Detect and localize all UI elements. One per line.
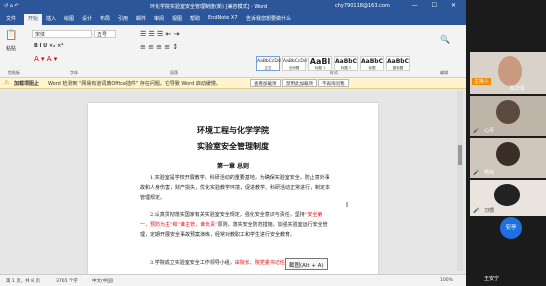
view-addins-button[interactable]: 查看加载项 (250, 79, 281, 87)
tab-draw[interactable]: 绘图 (64, 15, 74, 22)
styles-group-label: 样式 (330, 70, 338, 75)
participant-name: 王安宁 (484, 276, 500, 282)
font-name-select[interactable]: 宋体 (32, 30, 92, 38)
paragraph-group-label: 段落 (170, 70, 178, 75)
participant-tile-4[interactable]: 🎤 习惯 (470, 180, 546, 216)
tab-help[interactable]: 帮助 (190, 15, 200, 22)
participant-tile-3[interactable]: 🎤 杨帅 (470, 138, 546, 178)
scroll-thumb[interactable] (458, 145, 462, 165)
document-area[interactable]: 环境工程与化学学院 实验室安全管理制度 第一章 总则 1.实验室是学校开展教学、… (0, 89, 466, 274)
tab-mailings[interactable]: 邮件 (136, 15, 146, 22)
self-avatar[interactable]: 安亭 (500, 217, 522, 239)
word-window: ↺ ⌂ ↶ 环化学院实验室安全管理制度(新) [兼容模式] - Word chy… (0, 0, 466, 286)
screenshot-tooltip: 截图(Alt + A) (285, 258, 328, 270)
participant-video (496, 100, 520, 124)
doc-title-line-1: 环境工程与化学学院 (197, 125, 269, 135)
window-controls[interactable]: — ☐ ✕ (412, 2, 462, 9)
paragraph-2: 2.认真贯彻落实国家有关实验室安全规定，强化安全意识与责任，坚持“安全第一，预防… (140, 212, 328, 238)
account-name[interactable]: chy790118@163.com (335, 3, 390, 9)
format-buttons[interactable]: B I U ×₂ ×² (34, 43, 63, 49)
word-count[interactable]: 3765 个字 (56, 278, 78, 284)
paste-button[interactable]: 粘贴 (6, 45, 16, 52)
addin-warning-bar: ⚠ 加载项阻止 Word 检测到 "网易有道词典Office插件" 存在问题。它… (0, 78, 466, 89)
mic-icon: 🎤 (473, 128, 480, 134)
tab-view[interactable]: 视图 (172, 15, 182, 22)
participant-video (496, 142, 520, 166)
participant-video (494, 184, 520, 206)
participant-name: 杨帅 (484, 170, 495, 176)
tell-me-box[interactable]: 告诉我您想要做什么 (246, 15, 291, 22)
find-icon[interactable]: 🔍 (440, 35, 450, 44)
host-badge: 主持人 (472, 78, 492, 85)
editing-group-label: 编辑 (440, 70, 448, 75)
status-bar: 第 1 页，共 8 页 3765 个字 中文(中国) 100% (0, 274, 466, 286)
document-page[interactable]: 环境工程与化学学院 实验室安全管理制度 第一章 总则 1.实验室是学校开展教学、… (88, 103, 378, 274)
ribbon-tabs: 文件 开始 插入 绘图 设计 布局 引用 邮件 审阅 视图 帮助 EndNote… (0, 13, 466, 25)
zoom-level[interactable]: 100% (440, 278, 453, 283)
language-status[interactable]: 中文(中国) (92, 278, 114, 284)
tab-insert[interactable]: 插入 (46, 15, 56, 22)
vertical-scrollbar[interactable] (457, 91, 463, 271)
doc-title-line-2: 实验室安全管理制度 (197, 141, 269, 151)
font-size-select[interactable]: 五号 (94, 30, 116, 38)
participant-name: 心月 (484, 128, 495, 134)
style-no-spacing[interactable]: AaBbCcDd 无间隔 (282, 56, 307, 71)
style-heading-2[interactable]: AaBbC 标题 2 (334, 56, 358, 71)
tab-references[interactable]: 引用 (118, 15, 128, 22)
style-heading-1[interactable]: AaBl 标题 1 (308, 56, 332, 71)
align-icons[interactable]: ≡ ≡ ≡ ≡ ↕ (140, 43, 178, 51)
tab-design[interactable]: 设计 (82, 15, 92, 22)
tab-endnote[interactable]: EndNote X7 (208, 15, 238, 21)
participant-tile-2[interactable]: 🎤 心月 (470, 96, 546, 136)
style-normal[interactable]: AaBbCcDd 正文 (256, 56, 281, 71)
tab-file[interactable]: 文件 (6, 15, 16, 22)
participant-name: 陈华军 (510, 86, 526, 92)
warning-icon: ⚠ (4, 79, 10, 86)
document-title: 环化学院实验室安全管理制度(新) [兼容模式] - Word (150, 4, 268, 10)
video-participants-panel: 主持人 陈华军 🎤 心月 🎤 杨帅 🎤 习惯 王安宁 安亭 (466, 0, 546, 286)
participant-name: 习惯 (484, 208, 495, 214)
chapter-heading: 第一章 总则 (216, 163, 250, 170)
paste-icon[interactable]: 📋 (5, 30, 17, 41)
tab-layout[interactable]: 布局 (100, 15, 110, 22)
ribbon: 📋 粘贴 剪贴板 宋体 五号 B I U ×₂ ×² A ▾ A ▾ 字体 ☰ … (0, 25, 466, 78)
page-count[interactable]: 第 1 页，共 8 页 (6, 278, 40, 284)
participant-tile-host[interactable]: 主持人 陈华军 (470, 52, 546, 94)
quick-access-toolbar[interactable]: ↺ ⌂ ↶ (4, 3, 19, 9)
warning-label: 加载项阻止 (14, 81, 40, 87)
style-title[interactable]: AaBbC 标题 (360, 56, 384, 71)
font-color-icon[interactable]: A ▾ A ▾ (34, 55, 57, 63)
mouse-cursor-icon: I (346, 201, 349, 209)
paragraph-1: 1.实验室是学校开展教学、科研活动的重要基地，为确保实验室安全，防止意外事故和人… (140, 175, 331, 201)
warning-message: Word 检测到 "网易有道词典Office插件" 存在问题。它导致 Word … (48, 81, 221, 87)
dont-ask-button[interactable]: 不再询问我 (318, 79, 349, 87)
font-group-label: 字体 (70, 70, 78, 75)
mic-icon: 🎤 (473, 208, 480, 214)
title-bar: ↺ ⌂ ↶ 环化学院实验室安全管理制度(新) [兼容模式] - Word chy… (0, 0, 466, 13)
style-subtitle[interactable]: AaBbC 副标题 (386, 56, 410, 71)
tab-home[interactable]: 开始 (24, 14, 43, 25)
mic-icon: 🎤 (473, 170, 480, 176)
clipboard-group-label: 剪贴板 (8, 70, 20, 75)
list-icons[interactable]: ☰ ☰ ☰ ⇤ ⇥ (140, 30, 179, 38)
tab-review[interactable]: 审阅 (154, 15, 164, 22)
disable-addin-button[interactable]: 禁用此加载项 (282, 79, 317, 87)
participant-video (498, 56, 522, 86)
